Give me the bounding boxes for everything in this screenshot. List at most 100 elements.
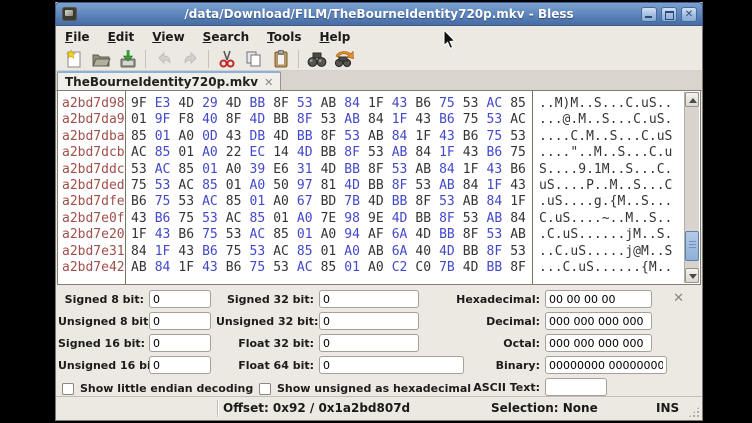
hex-byte[interactable]: 53 xyxy=(321,112,345,128)
hex-byte[interactable]: 1F xyxy=(510,194,534,210)
signed-32-bit-field[interactable] xyxy=(319,290,419,308)
hex-byte[interactable]: 84 xyxy=(487,194,511,210)
hex-byte[interactable]: 84 xyxy=(344,96,368,112)
hex-byte[interactable]: AC xyxy=(155,162,179,178)
hex-byte[interactable]: 53 xyxy=(463,96,487,112)
hex-byte[interactable]: 9F xyxy=(155,112,179,128)
hex-byte[interactable]: 53 xyxy=(273,260,297,276)
hex-byte[interactable]: 50 xyxy=(273,178,297,194)
tab-thebourneidentity720p[interactable]: TheBourneIdentity720p.mkv ✕ xyxy=(57,71,281,91)
hex-byte[interactable]: B6 xyxy=(178,227,202,243)
hex-byte[interactable]: 75 xyxy=(463,112,487,128)
hex-byte[interactable]: 85 xyxy=(131,129,155,145)
hex-byte[interactable]: 75 xyxy=(439,96,463,112)
hex-byte[interactable]: 6A xyxy=(392,227,416,243)
hex-byte[interactable]: BB xyxy=(344,162,368,178)
hex-byte[interactable]: 40 xyxy=(415,244,439,260)
hex-byte[interactable]: AB xyxy=(439,178,463,194)
hex-byte[interactable]: AC xyxy=(226,211,250,227)
hex-byte[interactable]: 1F xyxy=(392,112,416,128)
hex-byte[interactable]: 85 xyxy=(321,260,345,276)
hex-byte[interactable]: 1F xyxy=(415,129,439,145)
hex-byte[interactable]: AC xyxy=(297,260,321,276)
hex-byte[interactable]: 84 xyxy=(155,260,179,276)
hex-byte[interactable]: 31 xyxy=(297,162,321,178)
hex-byte[interactable]: 85 xyxy=(202,178,226,194)
hex-byte[interactable]: 75 xyxy=(226,244,250,260)
ascii-text[interactable]: ..M)M..S...C.uS.. xyxy=(539,96,672,112)
hex-byte[interactable]: 75 xyxy=(178,211,202,227)
hex-byte[interactable]: 4D xyxy=(297,145,321,161)
hex-byte[interactable]: 4D xyxy=(368,194,392,210)
hex-byte[interactable]: 75 xyxy=(510,145,534,161)
hex-byte[interactable]: 4D xyxy=(463,260,487,276)
hex-byte[interactable]: 43 xyxy=(155,227,179,243)
hex-byte[interactable]: 4D xyxy=(392,211,416,227)
hex-byte[interactable]: AC xyxy=(178,178,202,194)
show-unsigned-as-hexadecimal-checkbox[interactable] xyxy=(259,383,271,395)
hex-byte[interactable]: A0 xyxy=(202,145,226,161)
hex-byte[interactable]: 8F xyxy=(439,211,463,227)
hex-byte[interactable]: 84 xyxy=(368,112,392,128)
hex-byte[interactable]: BB xyxy=(297,129,321,145)
hex-byte[interactable]: 39 xyxy=(250,162,274,178)
octal-field[interactable] xyxy=(545,334,652,352)
hex-byte[interactable]: 84 xyxy=(439,162,463,178)
hex-byte[interactable]: A0 xyxy=(226,162,250,178)
titlebar[interactable]: /data/Download/FILM/TheBourneIdentity720… xyxy=(55,2,703,26)
hex-byte[interactable]: BB xyxy=(321,145,345,161)
minimize-button[interactable] xyxy=(641,7,657,22)
hex-byte[interactable]: B6 xyxy=(155,211,179,227)
hex-byte[interactable]: 01 xyxy=(273,211,297,227)
hex-byte[interactable]: AB xyxy=(415,162,439,178)
ascii-text[interactable]: ...."..M..S...C.u xyxy=(539,145,672,161)
hex-byte[interactable]: 4D xyxy=(321,162,345,178)
hex-byte[interactable]: 7B xyxy=(344,194,368,210)
hex-byte[interactable]: C2 xyxy=(392,260,416,276)
unsigned-32-bit-field[interactable] xyxy=(319,312,419,330)
ascii-text[interactable]: S....9.1M..S...C. xyxy=(539,162,672,178)
hex-byte[interactable]: AC xyxy=(250,227,274,243)
hex-byte[interactable]: 8F xyxy=(321,129,345,145)
find-button[interactable] xyxy=(303,48,330,70)
maximize-button[interactable] xyxy=(661,7,677,22)
hex-byte[interactable]: 6A xyxy=(392,244,416,260)
hex-byte[interactable]: A0 xyxy=(368,260,392,276)
hex-byte[interactable]: 43 xyxy=(487,162,511,178)
save-button[interactable] xyxy=(114,48,141,70)
hex-byte[interactable]: B6 xyxy=(487,145,511,161)
hex-byte[interactable]: AC xyxy=(487,96,511,112)
hex-byte[interactable]: 0D xyxy=(202,129,226,145)
menu-help[interactable]: Help xyxy=(310,27,359,48)
hex-byte[interactable]: A0 xyxy=(321,227,345,243)
hex-byte[interactable]: A0 xyxy=(297,211,321,227)
hex-byte[interactable]: 7E xyxy=(321,211,345,227)
hex-byte[interactable]: 67 xyxy=(297,194,321,210)
hex-byte[interactable]: 1F xyxy=(463,162,487,178)
hex-byte[interactable]: 29 xyxy=(202,96,226,112)
hex-byte[interactable]: AC xyxy=(273,244,297,260)
ascii-text[interactable]: uS....P..M..S...C xyxy=(539,178,672,194)
hex-byte[interactable]: 43 xyxy=(131,211,155,227)
hex-byte[interactable]: A0 xyxy=(178,129,202,145)
hex-byte[interactable]: B6 xyxy=(439,112,463,128)
hex-byte[interactable]: 85 xyxy=(226,194,250,210)
hex-byte[interactable]: 8F xyxy=(273,96,297,112)
menu-search[interactable]: Search xyxy=(194,27,258,48)
hex-byte[interactable]: BD xyxy=(321,194,345,210)
hex-byte[interactable]: AB xyxy=(368,129,392,145)
hex-byte[interactable]: AB xyxy=(321,96,345,112)
hex-byte[interactable]: A0 xyxy=(250,178,274,194)
hex-byte[interactable]: 4D xyxy=(250,112,274,128)
hex-byte[interactable]: 84 xyxy=(392,129,416,145)
paste-button[interactable] xyxy=(267,48,294,70)
ascii-text[interactable]: ..C.uS.....j@M..S xyxy=(539,244,672,260)
hex-byte[interactable]: A0 xyxy=(344,244,368,260)
hex-byte[interactable]: 4D xyxy=(415,227,439,243)
scroll-down-button[interactable] xyxy=(685,268,699,283)
hex-byte[interactable]: AF xyxy=(368,227,392,243)
hex-byte[interactable]: 8F xyxy=(226,112,250,128)
hexadecimal-field[interactable] xyxy=(545,290,652,308)
hex-byte[interactable]: 01 xyxy=(321,244,345,260)
hex-byte[interactable]: 85 xyxy=(273,227,297,243)
